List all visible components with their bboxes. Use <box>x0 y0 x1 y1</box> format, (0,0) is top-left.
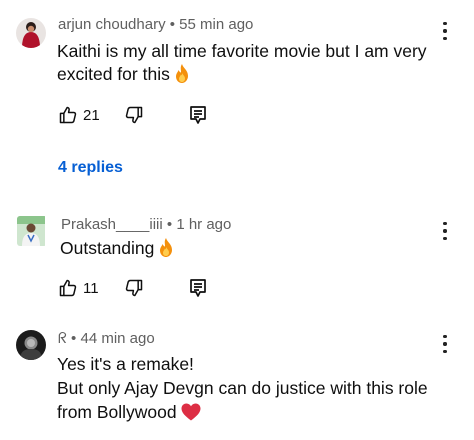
like-count: 11 <box>83 279 99 297</box>
comment-text-line: But only Ajay Devgn can do justice with … <box>57 378 428 398</box>
comment-text-line: Kaithi is my all time favorite movie but… <box>57 41 427 61</box>
like-count: 21 <box>83 106 100 124</box>
more-options-button[interactable] <box>438 333 452 355</box>
comment-text: Kaithi is my all time favorite movie but… <box>57 40 427 89</box>
comment-time[interactable]: 44 min ago <box>80 330 154 347</box>
more-vert-icon <box>443 335 447 339</box>
reply-comment-icon <box>190 279 206 297</box>
comment-time[interactable]: 1 hr ago <box>176 216 231 233</box>
meta-separator: • <box>66 330 81 347</box>
comment-time[interactable]: 55 min ago <box>179 16 253 33</box>
reply-button[interactable] <box>189 278 207 298</box>
thumb-down-icon <box>125 279 143 297</box>
thumb-down-icon <box>125 106 143 124</box>
comment-meta: ᖇ • 44 min ago <box>58 330 155 347</box>
comment-meta: arjun choudhary • 55 min ago <box>58 16 253 33</box>
comment-meta: Prakash____iiii • 1 hr ago <box>61 216 231 233</box>
comment-text: Yes it's a remake! But only Ajay Devgn c… <box>57 352 428 427</box>
comment-text-line: Outstanding <box>60 237 174 263</box>
avatar[interactable] <box>16 330 46 360</box>
author-name[interactable]: Prakash____iiii <box>61 216 163 233</box>
more-vert-icon <box>443 22 447 26</box>
author-name[interactable]: ᖇ <box>58 330 67 347</box>
meta-separator: • <box>165 16 180 33</box>
thumb-up-icon <box>59 106 77 124</box>
reply-comment-icon <box>190 106 206 124</box>
author-name[interactable]: arjun choudhary <box>58 16 166 33</box>
heart-emoji-icon <box>181 403 201 427</box>
comment-text-line: Yes it's a remake! <box>57 354 194 374</box>
more-options-button[interactable] <box>438 20 452 42</box>
dislike-button[interactable] <box>124 278 144 298</box>
dislike-button[interactable] <box>124 105 144 125</box>
like-button[interactable]: 11 <box>58 278 99 298</box>
avatar[interactable] <box>16 18 46 48</box>
comment-actions: 21 <box>58 105 218 129</box>
view-replies-link[interactable]: 4 replies <box>58 159 123 177</box>
comment-actions: 11 <box>58 278 218 302</box>
fire-emoji-icon <box>158 238 174 263</box>
comment-text-line: excited for this <box>57 63 427 89</box>
avatar[interactable] <box>17 216 47 246</box>
like-button[interactable]: 21 <box>58 105 100 125</box>
fire-emoji-icon <box>174 64 190 89</box>
meta-separator: • <box>162 216 177 233</box>
reply-button[interactable] <box>189 105 207 125</box>
comment-text: Outstanding <box>60 237 174 263</box>
comment-text-line: from Bollywood <box>57 400 428 427</box>
thumb-up-icon <box>59 279 77 297</box>
more-vert-icon <box>443 222 447 226</box>
more-options-button[interactable] <box>438 220 452 242</box>
